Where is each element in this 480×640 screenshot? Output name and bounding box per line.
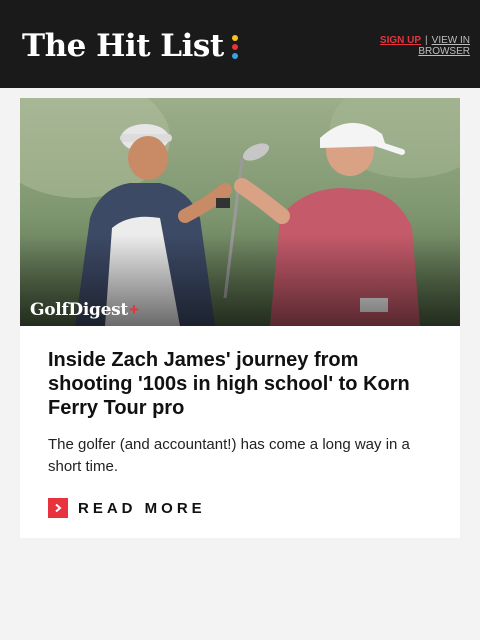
hit-list-logo[interactable]: The Hit List [22, 26, 238, 66]
golf-digest-logo: GolfDigest+ [30, 300, 139, 320]
sign-up-link[interactable]: SIGN UP [380, 35, 421, 46]
logo-dots-icon [231, 35, 238, 59]
read-more-button[interactable]: READ MORE [48, 498, 206, 518]
logo-dot-yellow [231, 35, 238, 41]
article-image[interactable]: GolfDigest+ [20, 98, 460, 326]
header-links: SIGN UP | VIEW IN BROWSER [360, 35, 470, 57]
golf-digest-plus: + [128, 300, 139, 319]
read-more-label: READ MORE [78, 499, 206, 517]
article-headline[interactable]: Inside Zach James' journey from shooting… [48, 348, 438, 420]
link-separator: | [425, 35, 428, 46]
logo-text: The Hit List [22, 28, 224, 64]
golfers-photo [20, 98, 460, 326]
article-card: GolfDigest+ Inside Zach James' journey f… [20, 98, 460, 538]
logo-dot-blue [231, 53, 238, 59]
golf-digest-logo-text: GolfDigest [30, 300, 128, 320]
chevron-right-icon [48, 498, 68, 518]
logo-dot-red [231, 44, 238, 50]
article-summary: The golfer (and accountant!) has come a … [48, 436, 410, 475]
email-header: The Hit List SIGN UP | VIEW IN BROWSER [0, 0, 480, 88]
